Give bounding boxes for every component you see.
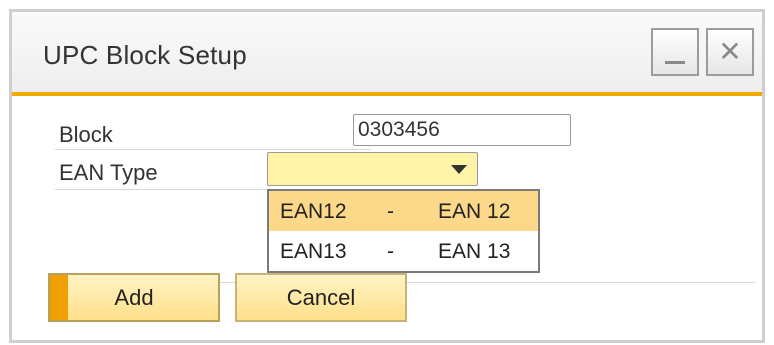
upc-block-setup-window: UPC Block Setup ✕ Block 0303456 EAN Type… <box>9 9 765 343</box>
title-bar: UPC Block Setup ✕ <box>12 12 762 92</box>
minimize-icon <box>665 60 685 64</box>
form-area: Block 0303456 EAN Type EAN12 - EAN 12 EA… <box>34 96 757 330</box>
block-row-divider <box>55 149 371 150</box>
block-label: Block <box>59 122 113 147</box>
ean-type-dropdown-list: EAN12 - EAN 12 EAN13 - EAN 13 <box>267 189 540 273</box>
block-input[interactable]: 0303456 <box>353 114 571 146</box>
option-code: EAN12 <box>280 200 347 223</box>
ean-row-divider <box>55 189 267 190</box>
option-separator: - <box>387 200 394 223</box>
close-button[interactable]: ✕ <box>706 28 754 76</box>
cancel-button[interactable]: Cancel <box>235 273 407 322</box>
option-separator: - <box>387 240 394 263</box>
close-icon: ✕ <box>718 36 742 67</box>
ean-type-label: EAN Type <box>59 160 158 185</box>
add-button[interactable]: Add <box>48 273 220 322</box>
dropdown-option-ean12[interactable]: EAN12 - EAN 12 <box>269 191 538 231</box>
option-description: EAN 13 <box>438 240 511 263</box>
minimize-button[interactable] <box>651 28 699 76</box>
ean-type-select[interactable] <box>267 152 478 186</box>
option-description: EAN 12 <box>438 200 511 223</box>
dropdown-arrow-icon[interactable] <box>451 165 467 174</box>
dropdown-option-ean13[interactable]: EAN13 - EAN 13 <box>269 231 538 271</box>
window-title: UPC Block Setup <box>43 40 247 70</box>
option-code: EAN13 <box>280 240 347 263</box>
